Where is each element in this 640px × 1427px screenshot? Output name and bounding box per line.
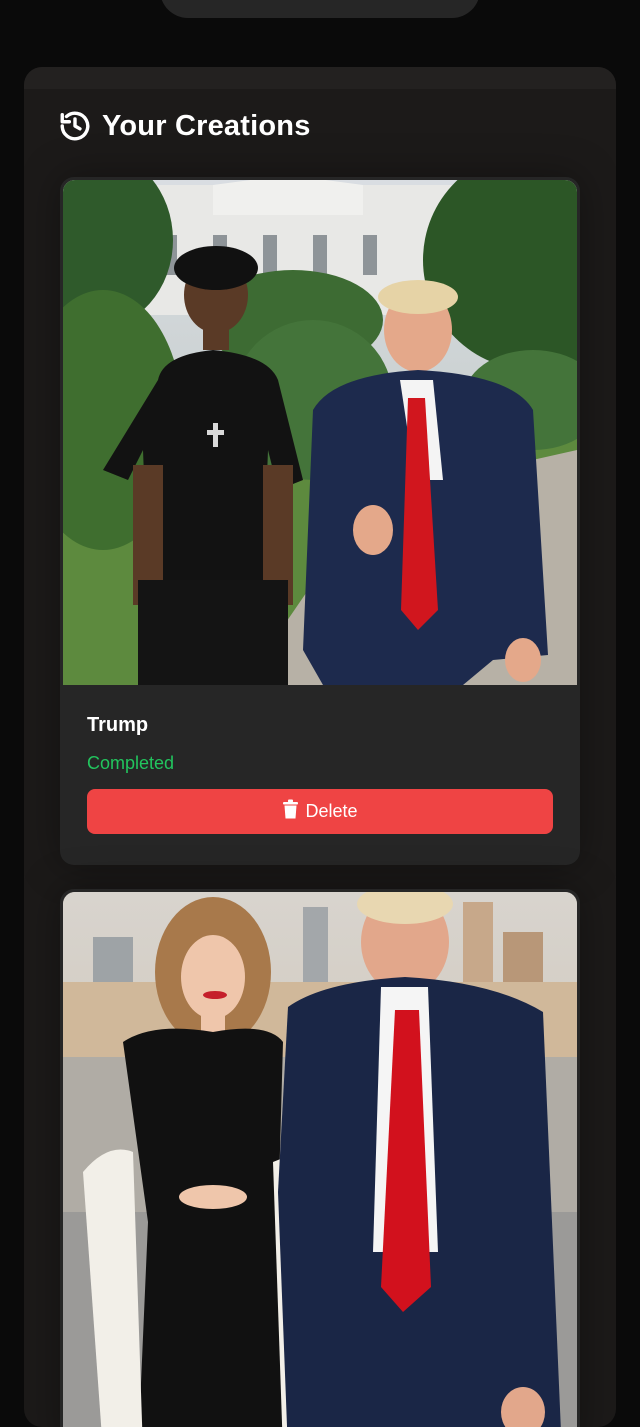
status-text: Completed bbox=[87, 753, 175, 773]
page-title: Your Creations bbox=[102, 109, 311, 142]
top-pill bbox=[160, 0, 480, 18]
history-icon bbox=[58, 109, 92, 143]
card-title: Trump bbox=[87, 714, 149, 736]
creation-image[interactable] bbox=[63, 892, 577, 1427]
creations-panel: Your Creations Trump Completed Delete bbox=[24, 67, 616, 1427]
creation-card: Trump Completed Delete bbox=[60, 177, 580, 865]
creation-card bbox=[60, 889, 580, 1427]
creation-image[interactable] bbox=[63, 180, 577, 685]
card-body: Trump Completed bbox=[87, 714, 553, 774]
delete-label: Delete bbox=[305, 801, 358, 821]
section-header: Your Creations bbox=[58, 109, 311, 143]
trash-icon bbox=[282, 799, 299, 824]
delete-button[interactable]: Delete bbox=[87, 789, 553, 834]
